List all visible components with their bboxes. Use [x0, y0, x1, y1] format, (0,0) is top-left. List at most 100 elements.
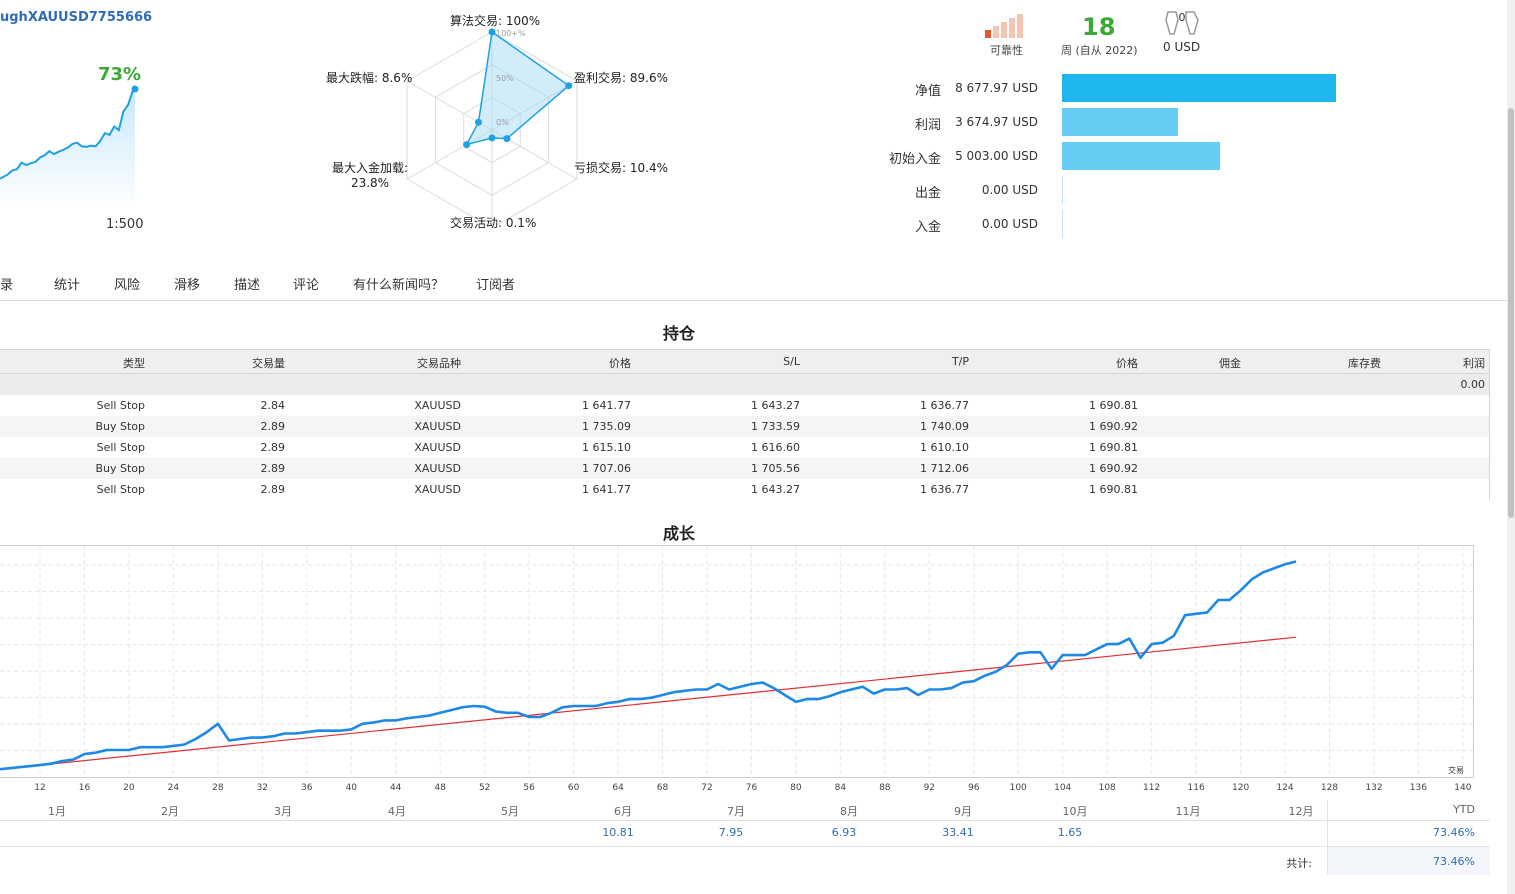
- leverage: 1:500: [106, 217, 144, 232]
- growth-x-tick: 76: [745, 783, 758, 793]
- positions-row[interactable]: Sell Stop 2.89 XAUUSD 1 615.10 1 616.60 1 610…: [0, 437, 1489, 458]
- mini-growth-area: [0, 88, 135, 210]
- month-label: 2月: [161, 805, 179, 818]
- month-return: 6.93: [831, 826, 857, 839]
- tab[interactable]: 描述: [234, 274, 260, 293]
- radar-label-algo: 算法交易: 100%: [450, 14, 541, 28]
- finance-value: 8 677.97 USD: [955, 81, 1038, 95]
- positions-summary-row: 0.00: [0, 374, 1489, 395]
- tab[interactable]: 评论: [293, 274, 319, 293]
- radar-scale-top: 100+%: [496, 29, 526, 38]
- positions-cell: 1 690.81: [1089, 399, 1138, 412]
- radar-label-loss-trades: 亏损交易: 10.4%: [574, 161, 668, 175]
- total-label: 共计:: [1286, 857, 1312, 870]
- finance-value: 0.00 USD: [981, 183, 1038, 197]
- growth-x-tick: 68: [656, 783, 669, 793]
- positions-row[interactable]: Buy Stop 2.89 XAUUSD 1 735.09 1 733.59 1 740.…: [0, 416, 1489, 437]
- reliability-bar-4: [1009, 18, 1015, 38]
- positions-cell: 1 690.81: [1089, 441, 1138, 454]
- account-name[interactable]: ughXAUUSD7755666: [0, 10, 152, 25]
- subscribers-icon-count: 0: [1179, 11, 1186, 24]
- growth-x-tick: 128: [1320, 783, 1339, 793]
- reliability-bar-5: [1017, 14, 1023, 38]
- growth-title: 成长: [663, 524, 696, 543]
- ytd-label: YTD: [1453, 803, 1475, 816]
- growth-x-tick: 140: [1454, 783, 1472, 793]
- radar-label-max-deposit-load-line2: 23.8%: [350, 176, 390, 190]
- positions-table: 类型 交易量 交易品种 价格 S/L T/P 价格 佣金 库存费 利润 0.00 Sell Stop 2…: [0, 349, 1490, 500]
- growth-x-tick: 16: [78, 783, 91, 793]
- tab[interactable]: 统计: [54, 274, 80, 293]
- growth-line: [0, 560, 1297, 771]
- growth-x-tick: 100: [1009, 783, 1027, 793]
- growth-percent: 73%: [98, 64, 142, 85]
- growth-chart: 交易: [0, 546, 1473, 777]
- finance-bar: [1062, 210, 1063, 238]
- month-return: 33.41: [942, 826, 974, 839]
- radar-point: [474, 118, 482, 126]
- positions-row[interactable]: Sell Stop 2.89 XAUUSD 1 641.77 1 643.27 1 636…: [0, 479, 1489, 500]
- tab[interactable]: 记录: [0, 274, 13, 293]
- positions-cell: 1 690.92: [1089, 420, 1138, 433]
- growth-x-tick: 40: [345, 783, 358, 793]
- tab[interactable]: 风险: [114, 274, 140, 293]
- finance-value: 5 003.00 USD: [955, 149, 1038, 163]
- reliability-bars-icon: [985, 14, 1023, 38]
- finance-label: 利润: [914, 118, 941, 133]
- month-label: 3月: [274, 805, 292, 818]
- growth-x-tick: 28: [212, 783, 224, 793]
- reliability-bar-2: [993, 26, 999, 38]
- growth-x-tick: 60: [567, 783, 580, 793]
- positions-header-row: 类型 交易量 交易品种 价格 S/L T/P 价格 佣金 库存费 利润: [0, 350, 1489, 374]
- ytd-value: 73.46%: [1433, 826, 1475, 839]
- radar-point: [463, 141, 471, 149]
- weeks-value: 18: [1082, 13, 1116, 41]
- growth-x-tick: 56: [523, 783, 535, 793]
- tab[interactable]: 订阅者: [476, 274, 515, 293]
- radar-point: [565, 82, 573, 90]
- radar-label-max-drawdown: 最大跌幅: 8.6%: [326, 71, 413, 85]
- month-label: 6月: [614, 805, 632, 818]
- growth-x-tick: 132: [1365, 783, 1383, 793]
- month-label: 11月: [1175, 805, 1201, 818]
- positions-title: 持仓: [663, 324, 696, 343]
- positions-cell: 1 690.81: [1089, 483, 1138, 496]
- growth-x-tick: 112: [1143, 783, 1161, 793]
- radar-label-max-deposit-load: 最大入金加载: 23.8%: [326, 159, 414, 190]
- growth-x-tick: 120: [1232, 783, 1250, 793]
- weeks-label: 周 (自从 2022): [1061, 44, 1138, 57]
- tab[interactable]: 滑移: [174, 274, 200, 293]
- growth-axis-note: 交易: [1448, 765, 1464, 775]
- radar-point: [503, 135, 511, 143]
- growth-x-tick: 104: [1054, 783, 1072, 793]
- growth-x-tick: 84: [834, 783, 847, 793]
- finance-label: 净值: [914, 84, 941, 99]
- month-label: 9月: [954, 805, 972, 818]
- growth-x-tick: 24: [167, 783, 180, 793]
- finance-bar: [1062, 108, 1178, 136]
- radar-chart: 100+% 50% 0%: [406, 28, 578, 225]
- growth-x-tick: 44: [389, 783, 402, 793]
- positions-row[interactable]: Sell Stop 2.84 XAUUSD 1 641.77 1 643.27 1 636…: [0, 395, 1489, 416]
- growth-x-tick: 108: [1098, 783, 1116, 793]
- finance-value: 0.00 USD: [981, 217, 1038, 231]
- radar-label-profit-trades: 盈利交易: 89.6%: [574, 71, 668, 85]
- positions-summary-profit: 0.00: [1460, 378, 1486, 391]
- finance-bar: [1062, 142, 1220, 170]
- positions-column-header[interactable]: 利润: [0, 355, 1485, 371]
- radar-polygon: [465, 30, 570, 146]
- tab[interactable]: 有什么新闻吗？: [353, 274, 444, 293]
- radar-label-max-deposit-load-line1: 最大入金加载:: [331, 161, 409, 175]
- growth-x-tick: 36: [301, 783, 313, 793]
- subscribers-icon: 0: [1165, 11, 1199, 35]
- growth-x-tick: 48: [434, 783, 446, 793]
- page-scrollbar-thumb[interactable]: [1508, 108, 1514, 518]
- finance-label: 入金: [914, 220, 941, 235]
- positions-row[interactable]: Buy Stop 2.89 XAUUSD 1 707.06 1 705.56 1 712.…: [0, 458, 1489, 479]
- growth-x-tick: 116: [1187, 783, 1205, 793]
- month-return: 7.95: [718, 826, 744, 839]
- reliability-bar-1: [985, 30, 991, 38]
- growth-x-tick: 96: [968, 783, 980, 793]
- finance-value: 3 674.97 USD: [955, 115, 1038, 129]
- growth-x-tick: 88: [879, 783, 891, 793]
